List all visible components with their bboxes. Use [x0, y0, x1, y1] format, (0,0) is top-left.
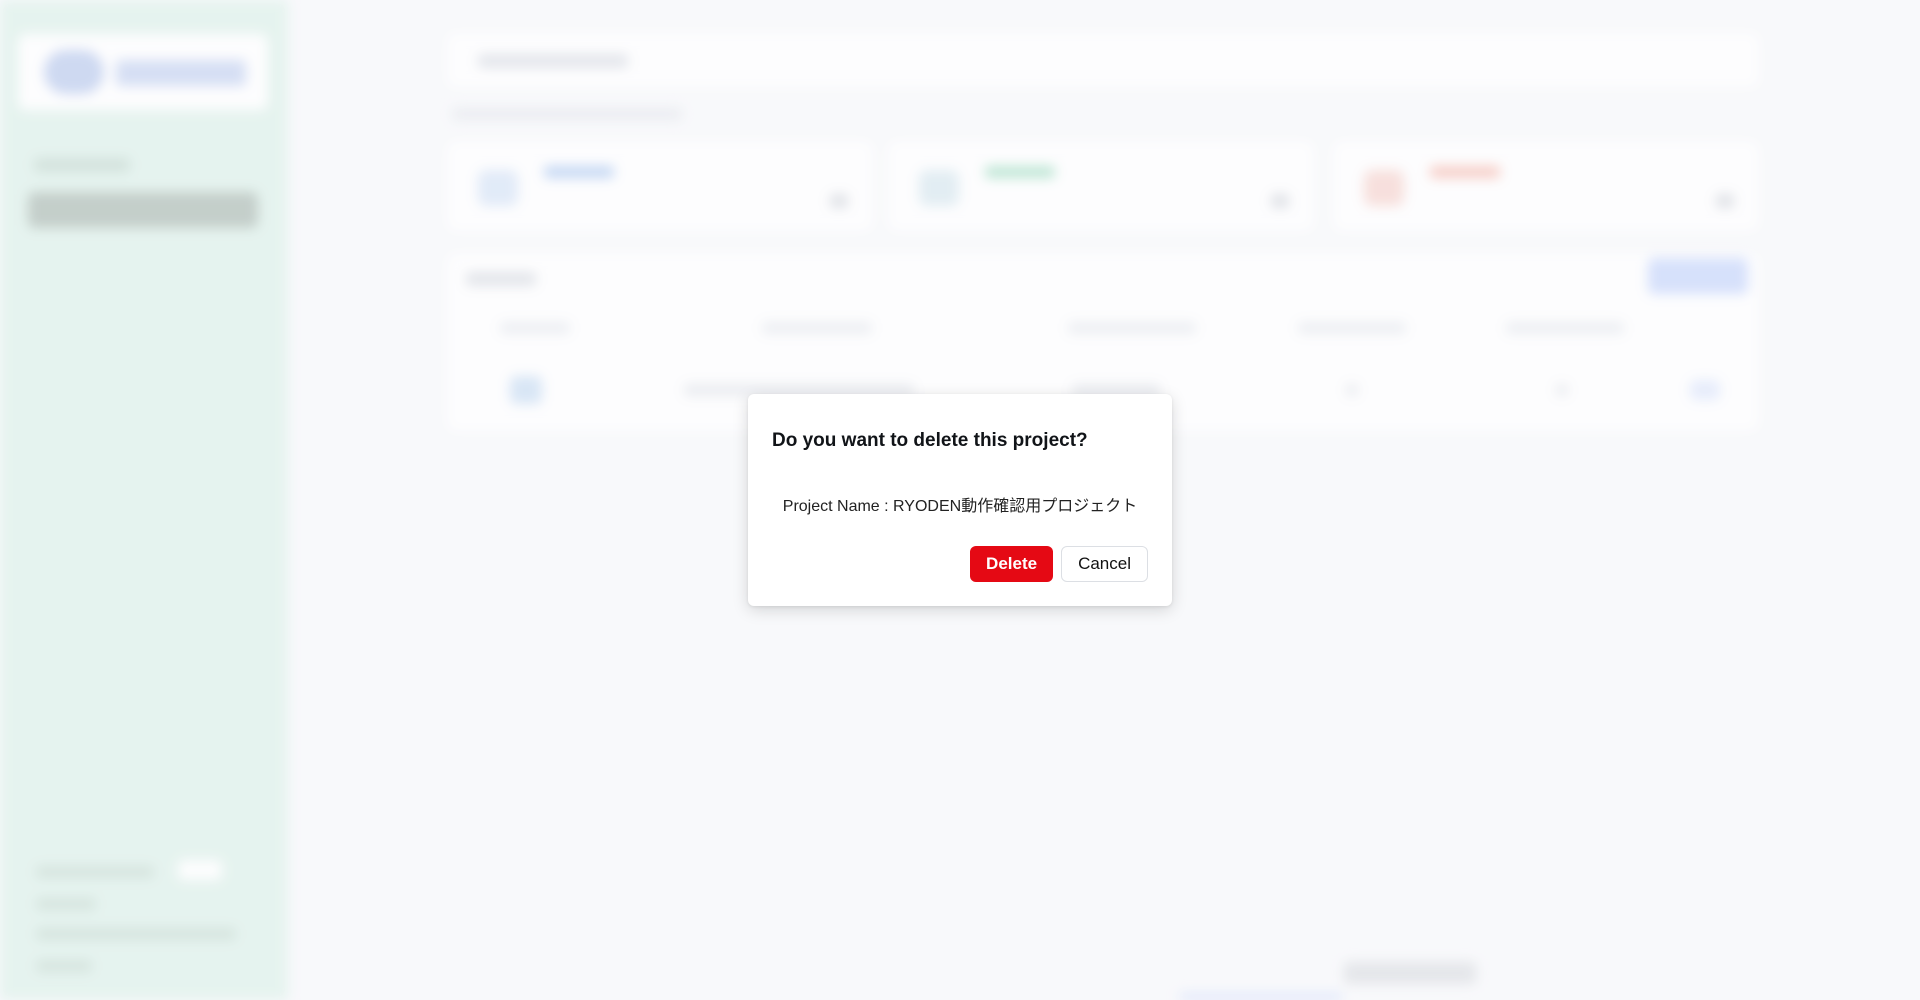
- delete-project-dialog: Do you want to delete this project? Proj…: [748, 394, 1172, 606]
- app-root: Do you want to delete this project? Proj…: [0, 0, 1920, 1000]
- dialog-title: Do you want to delete this project?: [772, 430, 1088, 451]
- delete-button[interactable]: Delete: [970, 546, 1054, 582]
- dialog-actions: Delete Cancel: [970, 546, 1148, 582]
- dialog-message: Project Name : RYODEN動作確認用プロジェクト: [782, 498, 1138, 515]
- cancel-button[interactable]: Cancel: [1061, 546, 1148, 582]
